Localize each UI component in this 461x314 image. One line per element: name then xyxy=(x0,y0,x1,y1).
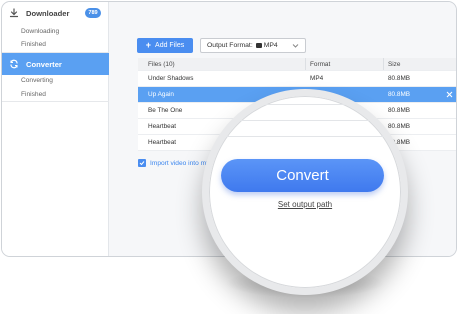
magnifier-lens: Convert Set output path xyxy=(202,89,408,295)
nav-converter-label: Converter xyxy=(26,59,62,69)
nav-converting[interactable]: Converting xyxy=(21,77,53,84)
import-option[interactable]: Import video into my d xyxy=(138,159,215,167)
download-icon xyxy=(8,7,20,19)
add-files-button[interactable]: + Add Files xyxy=(137,38,193,53)
file-size: 80.8MB xyxy=(388,75,411,82)
table-header: Files (10) Format Size xyxy=(138,58,456,71)
nav-downloader[interactable]: Downloader 789 xyxy=(2,2,109,24)
chevron-down-icon xyxy=(292,42,299,51)
column-header-size[interactable]: Size xyxy=(388,58,400,70)
remove-file-icon[interactable] xyxy=(446,91,453,100)
nav-downloader-label: Downloader xyxy=(26,8,70,18)
scrollbar[interactable] xyxy=(456,71,457,135)
file-name: Heartbeat xyxy=(148,139,177,146)
add-files-label: Add Files xyxy=(155,42,185,49)
convert-button[interactable]: Convert xyxy=(221,159,384,192)
nav-downloader-finished[interactable]: Finished xyxy=(21,41,46,48)
nav-converter-finished[interactable]: Finished xyxy=(21,91,46,98)
checkbox-checked-icon[interactable] xyxy=(138,159,146,167)
output-format-select[interactable]: Output Format: MP4 xyxy=(200,38,306,53)
nav-downloading[interactable]: Downloading xyxy=(21,28,59,35)
file-size: 80.8MB xyxy=(388,123,411,130)
plus-icon: + xyxy=(145,40,152,50)
file-name: Be The One xyxy=(148,107,183,114)
table-row[interactable]: Under Shadows MP4 80.8MB xyxy=(138,71,456,87)
output-format-value: MP4 xyxy=(263,42,278,49)
sidebar: Downloader 789 Downloading Finished Conv… xyxy=(2,2,109,256)
nav-converter[interactable]: Converter xyxy=(2,53,109,75)
column-header-format[interactable]: Format xyxy=(310,58,330,70)
set-output-path-link[interactable]: Set output path xyxy=(209,200,401,209)
downloader-count-badge: 789 xyxy=(85,8,101,18)
file-name: Heartbeat xyxy=(148,123,177,130)
file-size: 80.8MB xyxy=(388,91,411,98)
output-format-label: Output Format: xyxy=(207,42,253,49)
file-name: Under Shadows xyxy=(148,75,194,82)
convert-icon xyxy=(8,58,20,70)
column-header-files[interactable]: Files (10) xyxy=(148,58,175,70)
file-name: Up Again xyxy=(148,91,174,98)
file-size: 80.8MB xyxy=(388,107,411,114)
video-format-icon xyxy=(255,43,262,48)
divider xyxy=(2,101,109,102)
file-format: MP4 xyxy=(310,75,324,82)
